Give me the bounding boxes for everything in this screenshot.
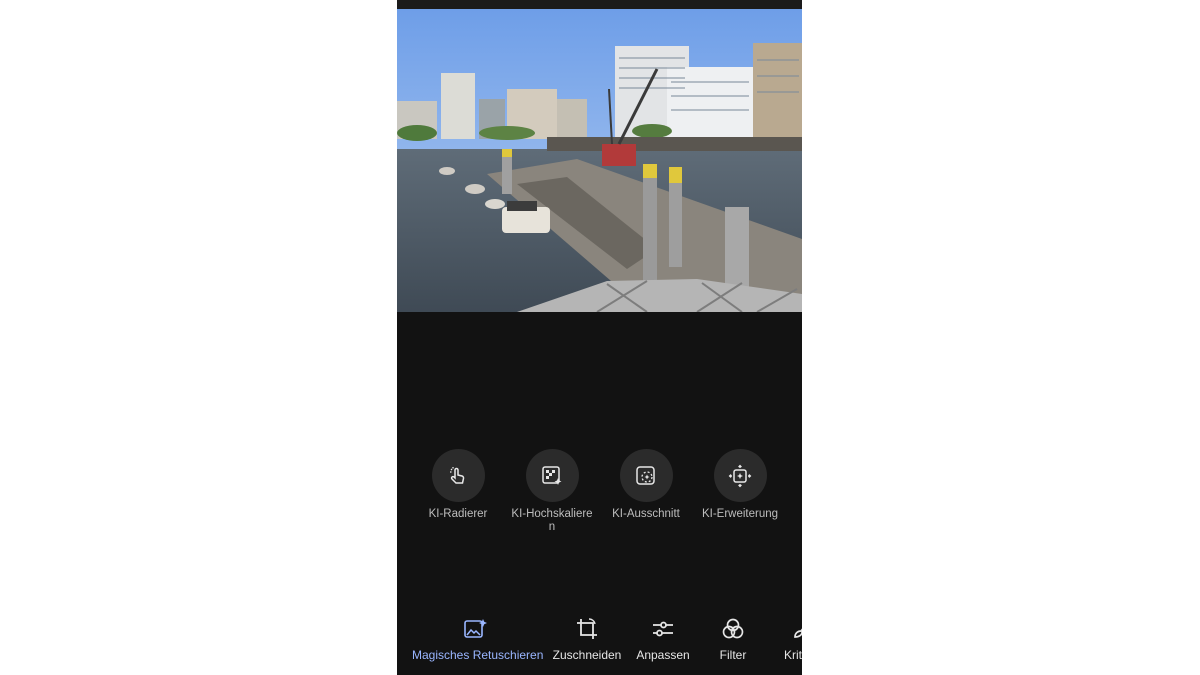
status-bar xyxy=(397,0,802,9)
nav-filter[interactable]: Filter xyxy=(703,616,763,662)
tool-ai-cutout[interactable]: KI-Ausschnitt xyxy=(599,449,693,521)
ai-upscale-icon xyxy=(542,465,562,485)
ai-expand-icon xyxy=(728,464,752,487)
filter-icon xyxy=(722,618,744,639)
nav-label: Anpassen xyxy=(636,648,690,662)
tool-label: KI-Radierer xyxy=(428,508,488,520)
nav-brush-partial[interactable]: Krit xyxy=(784,616,802,662)
nav-crop[interactable]: Zuschneiden xyxy=(547,616,627,662)
tool-label: KI-Erweiterung xyxy=(701,508,779,520)
nav-adjust[interactable]: Anpassen xyxy=(628,616,698,662)
ai-cutout-icon xyxy=(636,465,655,485)
ai-eraser-icon xyxy=(450,466,465,484)
photo-preview[interactable] xyxy=(397,9,802,312)
ai-cutout-button[interactable] xyxy=(619,449,673,502)
sliders-icon xyxy=(653,621,673,637)
ai-eraser-button[interactable] xyxy=(431,449,485,502)
ai-expand-button[interactable] xyxy=(713,449,767,502)
brush-icon xyxy=(794,628,802,638)
tool-label: KI-Hochskalieren xyxy=(511,508,593,533)
tool-ai-expand[interactable]: KI-Erweiterung xyxy=(693,449,787,521)
tool-label: KI-Ausschnitt xyxy=(612,508,680,520)
magic-retouch-icon xyxy=(464,619,487,638)
tool-ai-eraser[interactable]: KI-Radierer xyxy=(411,449,505,521)
nav-label: Krit xyxy=(784,648,802,662)
nav-label: Magisches Retuschieren xyxy=(412,648,544,662)
nav-label: Filter xyxy=(719,648,747,662)
nav-magic-retouch[interactable]: Magisches Retuschieren xyxy=(412,616,544,662)
crop-icon xyxy=(577,618,597,639)
nav-label: Zuschneiden xyxy=(552,648,622,662)
ai-upscale-button[interactable] xyxy=(525,449,579,502)
photo-editor-screen: KI-Radierer KI-Hochskalieren KI-Ausschni… xyxy=(397,0,802,675)
tool-ai-upscale[interactable]: KI-Hochskalieren xyxy=(505,449,599,534)
